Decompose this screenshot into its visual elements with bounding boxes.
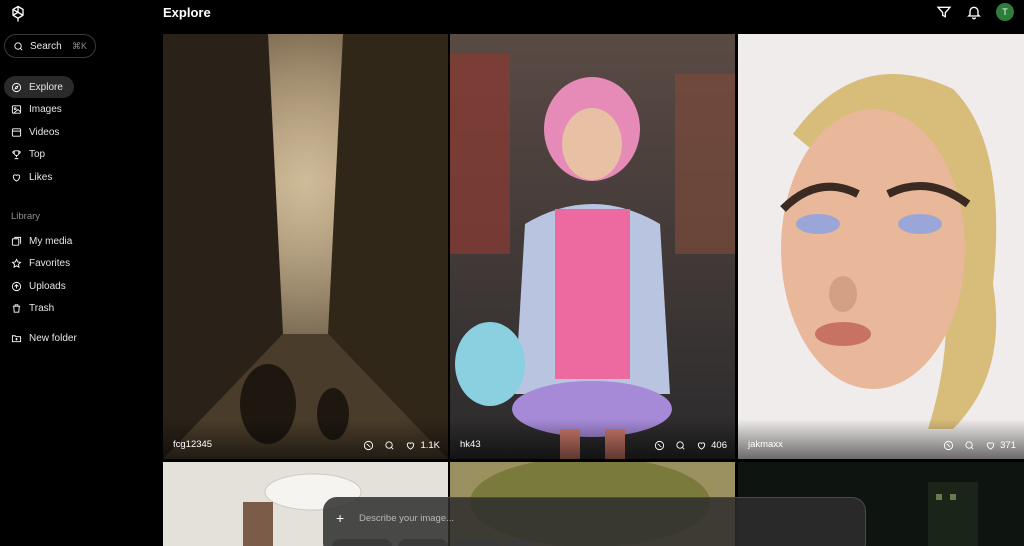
folder-plus-icon bbox=[11, 335, 22, 343]
nav-item-trash[interactable]: Trash bbox=[4, 298, 144, 320]
new-folder-button[interactable]: New folder bbox=[4, 328, 144, 350]
prompt-option-chip[interactable] bbox=[506, 539, 530, 546]
like-count: 1.1K bbox=[420, 440, 440, 451]
main-nav: Explore Images Videos Top Likes bbox=[4, 76, 144, 189]
openai-logo-icon[interactable] bbox=[8, 4, 28, 24]
nav-item-videos[interactable]: Videos bbox=[4, 121, 144, 143]
nav-item-images[interactable]: Images bbox=[4, 99, 144, 121]
like-button[interactable]: 406 bbox=[696, 440, 727, 451]
card-overlay bbox=[450, 419, 735, 459]
search-shortcut: ⌘K bbox=[71, 40, 87, 51]
heart-icon bbox=[986, 442, 995, 450]
heart-icon bbox=[697, 442, 706, 450]
nav-item-top[interactable]: Top bbox=[4, 144, 144, 166]
nav-item-label: Top bbox=[29, 149, 46, 160]
library-nav: My media Favorites Uploads Trash New fol… bbox=[4, 230, 144, 350]
card-image-stylized-face bbox=[738, 34, 1024, 459]
explore-icon bbox=[11, 82, 22, 92]
nav-item-label: Images bbox=[29, 104, 62, 115]
trophy-icon bbox=[12, 150, 21, 160]
heart-icon bbox=[12, 173, 21, 182]
search-button[interactable]: Search ⌘K bbox=[4, 34, 96, 58]
remix-icon[interactable] bbox=[943, 440, 954, 451]
image-card[interactable]: jakmaxx 371 bbox=[738, 34, 1024, 459]
nav-item-favorites[interactable]: Favorites bbox=[4, 253, 144, 275]
prompt-bar: + bbox=[323, 497, 866, 546]
video-icon bbox=[11, 127, 22, 137]
card-stats: 1.1K bbox=[363, 440, 440, 451]
image-card[interactable]: fcg12345 1.1K bbox=[163, 34, 448, 459]
add-attachment-icon[interactable]: + bbox=[336, 510, 344, 526]
remix-icon[interactable] bbox=[363, 440, 374, 451]
sidebar: Search ⌘K Explore Images Videos Top Like… bbox=[0, 0, 150, 546]
avatar[interactable]: T bbox=[996, 3, 1014, 21]
nav-item-label: Favorites bbox=[29, 258, 71, 269]
upload-icon bbox=[11, 281, 22, 291]
search-icon[interactable] bbox=[964, 440, 975, 451]
card-image-street-portrait bbox=[450, 34, 735, 459]
card-author[interactable]: fcg12345 bbox=[173, 439, 212, 450]
image-card[interactable]: hk43 406 bbox=[450, 34, 735, 459]
search-label: Search bbox=[30, 40, 62, 52]
nav-item-label: Explore bbox=[29, 81, 63, 93]
nav-item-my-media[interactable]: My media bbox=[4, 230, 144, 252]
heart-icon bbox=[407, 442, 415, 450]
card-author[interactable]: hk43 bbox=[460, 439, 481, 450]
search-icon[interactable] bbox=[384, 440, 395, 451]
nav-item-label: Likes bbox=[29, 171, 53, 183]
prompt-option-chip[interactable] bbox=[332, 539, 392, 546]
media-icon bbox=[11, 236, 22, 246]
bell-icon[interactable] bbox=[966, 4, 982, 20]
remix-icon[interactable] bbox=[654, 440, 665, 451]
image-icon bbox=[11, 105, 22, 114]
nav-item-likes[interactable]: Likes bbox=[4, 166, 144, 188]
nav-item-label: Uploads bbox=[29, 280, 66, 292]
nav-item-explore[interactable]: Explore bbox=[4, 76, 74, 98]
new-folder-label: New folder bbox=[29, 333, 77, 344]
filter-icon[interactable] bbox=[936, 4, 952, 20]
star-icon bbox=[11, 258, 22, 268]
card-stats: 406 bbox=[654, 440, 727, 451]
like-button[interactable]: 371 bbox=[985, 440, 1016, 451]
card-author[interactable]: jakmaxx bbox=[748, 439, 783, 450]
app: Search ⌘K Explore Images Videos Top Like… bbox=[0, 0, 1024, 546]
prompt-option-chip[interactable] bbox=[398, 539, 448, 546]
search-icon bbox=[14, 41, 23, 50]
nav-item-label: Trash bbox=[29, 303, 55, 314]
page-title: Explore bbox=[163, 5, 211, 20]
prompt-option-chip[interactable] bbox=[454, 539, 500, 546]
like-button[interactable]: 1.1K bbox=[405, 440, 440, 451]
card-stats: 371 bbox=[943, 440, 1016, 451]
header-actions: T bbox=[936, 3, 1014, 21]
like-count: 406 bbox=[711, 440, 727, 451]
nav-item-uploads[interactable]: Uploads bbox=[4, 275, 144, 297]
card-image-alley-cats bbox=[163, 34, 448, 459]
trash-icon bbox=[12, 304, 21, 313]
prompt-input[interactable] bbox=[359, 510, 809, 526]
search-icon[interactable] bbox=[675, 440, 686, 451]
nav-item-label: My media bbox=[29, 235, 73, 247]
like-count: 371 bbox=[1000, 440, 1016, 451]
nav-item-label: Videos bbox=[29, 126, 60, 138]
library-section-label: Library bbox=[11, 211, 41, 222]
